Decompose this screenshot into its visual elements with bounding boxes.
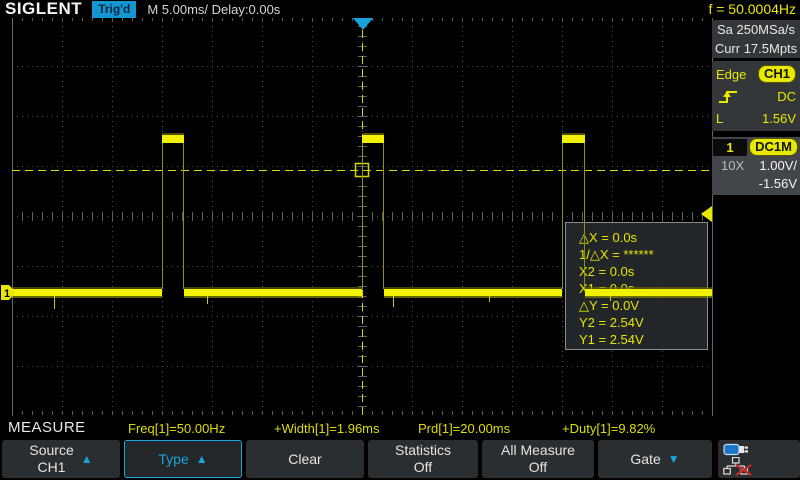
cursor-inv-delta-x: 1/△X = ****** [579, 246, 707, 263]
measure-title: MEASURE [8, 419, 86, 436]
statistics-button-label: Statistics [395, 442, 451, 459]
trigger-status-badge: Trig'd [92, 1, 136, 18]
gate-button[interactable]: Gate ▼ [598, 440, 712, 478]
type-button[interactable]: Type ▲ [124, 440, 242, 478]
channel-number-box: 1 [713, 139, 747, 156]
measure-pos-width: +Width[1]=1.96ms [274, 421, 380, 436]
cursor-x2: X2 = 0.0s [579, 263, 707, 280]
measure-period: Prd[1]=20.00ms [418, 421, 510, 436]
trigger-type-label: Edge [716, 67, 746, 82]
cursor-delta-x: △X = 0.0s [579, 229, 707, 246]
channel-coupling-badge: DC1M [749, 138, 798, 156]
probe-attenuation: 10X [721, 158, 744, 173]
memory-depth: Curr 17.5Mpts [712, 39, 800, 58]
cursor-x1: X1 = 0.0s [579, 280, 707, 297]
trigger-coupling: DC [777, 89, 796, 104]
all-measure-button[interactable]: All Measure Off [482, 440, 594, 478]
frequency-counter: f = 50.0004Hz [708, 1, 796, 17]
clear-button-label: Clear [288, 451, 321, 468]
rising-edge-icon [716, 88, 740, 105]
top-status-bar: SIGLENT Trig'd M 5.00ms/ Delay:0.00s f =… [0, 0, 800, 18]
cursor-readout-box: △X = 0.0s 1/△X = ****** X2 = 0.0s X1 = 0… [565, 222, 708, 350]
clear-button[interactable]: Clear [246, 440, 364, 478]
type-button-label: Type [158, 451, 188, 468]
chevron-down-icon: ▼ [668, 452, 680, 466]
all-measure-button-value: Off [529, 459, 547, 476]
lan-disconnected-icon [723, 457, 753, 476]
measure-pos-duty: +Duty[1]=9.82% [562, 421, 655, 436]
volts-per-div: 1.00V/ [759, 158, 797, 173]
cursor-delta-y: △Y = 0.0V [579, 297, 707, 314]
cursor-y1: Y1 = 2.54V [579, 331, 707, 348]
channel-descriptor-panel[interactable]: 1 DC1M 10X 1.00V/ -1.56V [712, 137, 800, 195]
status-icons-panel [718, 440, 800, 478]
trigger-level-value: 1.56V [762, 111, 796, 126]
siglent-logo: SIGLENT [5, 0, 82, 19]
statistics-button-value: Off [414, 459, 432, 476]
source-button-value: CH1 [38, 459, 66, 476]
chevron-up-icon: ▲ [81, 452, 93, 466]
trigger-level-label: L [716, 111, 723, 126]
softkey-menu-bar: Source CH1 ▲ Type ▲ Clear Statistics Off… [0, 439, 800, 480]
timebase-readout[interactable]: M 5.00ms/ Delay:0.00s [147, 2, 280, 17]
acquisition-panel: Sa 250MSa/s Curr 17.5Mpts [712, 20, 800, 58]
all-measure-button-label: All Measure [501, 442, 575, 459]
gate-button-label: Gate [630, 451, 660, 468]
trigger-source-badge: CH1 [758, 65, 796, 83]
measure-freq: Freq[1]=50.00Hz [128, 421, 225, 436]
channel-offset: -1.56V [712, 175, 800, 194]
oscilloscope-screen: SIGLENT Trig'd M 5.00ms/ Delay:0.00s f =… [0, 0, 800, 480]
cursor-y2: Y2 = 2.54V [579, 314, 707, 331]
measure-results-bar: MEASURE Freq[1]=50.00Hz +Width[1]=1.96ms… [0, 416, 800, 439]
trigger-panel[interactable]: Edge CH1 DC L 1.56V [712, 61, 800, 131]
statistics-button[interactable]: Statistics Off [368, 440, 478, 478]
usb-icon [723, 442, 751, 457]
source-button-label: Source [29, 442, 73, 459]
chevron-up-icon: ▲ [196, 452, 208, 466]
source-button[interactable]: Source CH1 ▲ [2, 440, 120, 478]
sample-rate: Sa 250MSa/s [712, 20, 800, 39]
